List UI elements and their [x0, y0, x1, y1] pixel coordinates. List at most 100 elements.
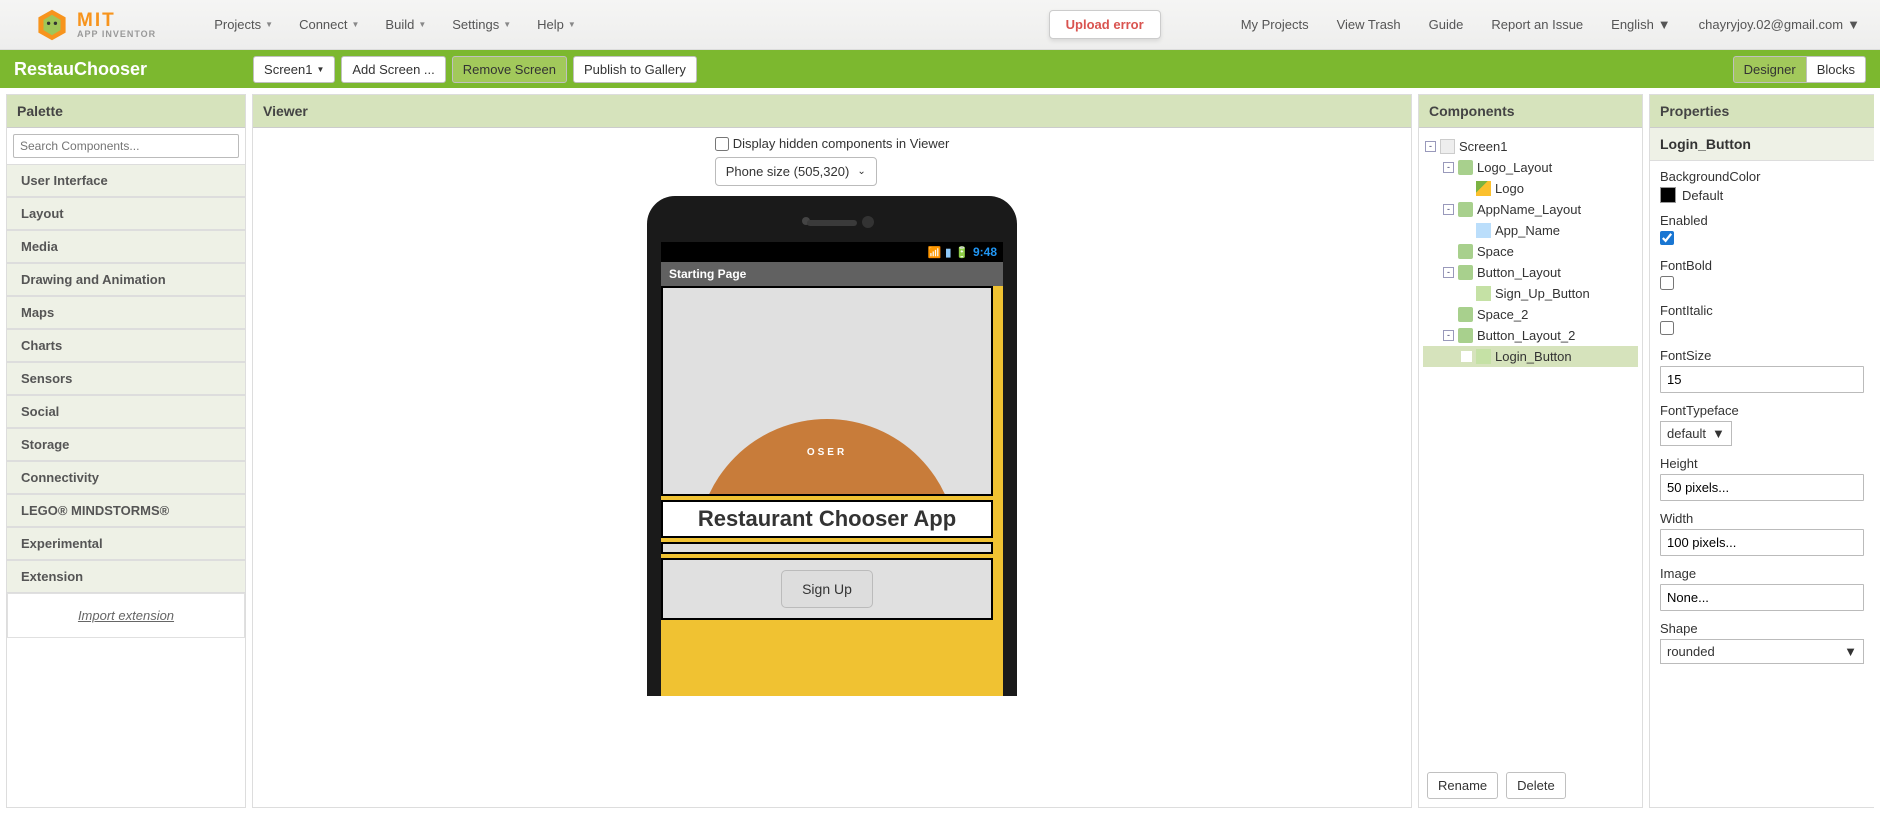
- palette-cat-connectivity[interactable]: Connectivity: [7, 461, 245, 494]
- menu-language[interactable]: English▼: [1611, 17, 1671, 32]
- main-menu: Projects▼ Connect▼ Build▼ Settings▼ Help…: [206, 13, 584, 36]
- link-my-projects[interactable]: My Projects: [1241, 17, 1309, 32]
- prop-fontitalic-checkbox[interactable]: [1660, 321, 1674, 335]
- prop-fontbold-checkbox[interactable]: [1660, 276, 1674, 290]
- button-icon: [1476, 286, 1491, 301]
- status-time: 9:48: [973, 245, 997, 259]
- tree-item-logo_layout[interactable]: - Logo_Layout: [1423, 157, 1638, 178]
- tree-item-sign_up_button[interactable]: Sign_Up_Button: [1423, 283, 1638, 304]
- tree-spacer: [1443, 246, 1454, 257]
- designer-tab[interactable]: Designer: [1733, 56, 1807, 83]
- delete-button[interactable]: Delete: [1506, 772, 1566, 799]
- link-view-trash[interactable]: View Trash: [1337, 17, 1401, 32]
- tree-item-label: App_Name: [1495, 223, 1560, 238]
- prop-image-input[interactable]: [1660, 584, 1864, 611]
- app-canvas[interactable]: OSER Restaurant Chooser App Sign Up: [661, 286, 1003, 696]
- right-menu: My Projects View Trash Guide Report an I…: [1241, 17, 1860, 32]
- prop-fontsize-input[interactable]: [1660, 366, 1864, 393]
- caret-down-icon: ▼: [316, 65, 324, 74]
- menu-settings[interactable]: Settings▼: [444, 13, 519, 36]
- publish-gallery-button[interactable]: Publish to Gallery: [573, 56, 697, 83]
- palette-cat-extension[interactable]: Extension: [7, 560, 245, 593]
- collapse-icon[interactable]: -: [1425, 141, 1436, 152]
- palette-cat-social[interactable]: Social: [7, 395, 245, 428]
- tree-item-login_button[interactable]: Login_Button: [1423, 346, 1638, 367]
- canvas-appname-layout[interactable]: Restaurant Chooser App: [661, 500, 993, 538]
- display-hidden-checkbox[interactable]: [715, 137, 729, 151]
- collapse-icon[interactable]: -: [1443, 267, 1454, 278]
- tree-item-app_name[interactable]: App_Name: [1423, 220, 1638, 241]
- blocks-tab[interactable]: Blocks: [1807, 56, 1866, 83]
- menu-help[interactable]: Help▼: [529, 13, 584, 36]
- palette-cat-media[interactable]: Media: [7, 230, 245, 263]
- tree-item-appname_layout[interactable]: -AppName_Layout: [1423, 199, 1638, 220]
- palette-cat-sensors[interactable]: Sensors: [7, 362, 245, 395]
- palette-cat-drawing[interactable]: Drawing and Animation: [7, 263, 245, 296]
- palette-cat-maps[interactable]: Maps: [7, 296, 245, 329]
- upload-error-badge[interactable]: Upload error: [1049, 10, 1161, 39]
- canvas-signup-button[interactable]: Sign Up: [781, 570, 873, 608]
- menu-build[interactable]: Build▼: [377, 13, 434, 36]
- phone-size-select[interactable]: Phone size (505,320)⌄: [715, 157, 877, 186]
- prop-fonttypeface-select[interactable]: default▼: [1660, 421, 1732, 446]
- palette-cat-charts[interactable]: Charts: [7, 329, 245, 362]
- palette-cat-user-interface[interactable]: User Interface: [7, 164, 245, 197]
- prop-width-input[interactable]: [1660, 529, 1864, 556]
- layout-icon: [1458, 265, 1473, 280]
- add-screen-button[interactable]: Add Screen ...: [341, 56, 445, 83]
- caret-down-icon: ▼: [1847, 17, 1860, 32]
- collapse-icon[interactable]: -: [1443, 330, 1454, 341]
- prop-label-fonttypeface: FontTypeface: [1660, 403, 1864, 418]
- search-components-input[interactable]: [13, 134, 239, 158]
- display-hidden-checkbox-row[interactable]: Display hidden components in Viewer: [715, 136, 950, 151]
- phone-camera-icon: [862, 216, 874, 228]
- label-icon: [1476, 223, 1491, 238]
- link-guide[interactable]: Guide: [1429, 17, 1464, 32]
- canvas-logo-image[interactable]: OSER: [697, 419, 957, 496]
- collapse-icon[interactable]: -: [1443, 162, 1454, 173]
- tree-spacer: [1461, 351, 1472, 362]
- components-header: Components: [1419, 95, 1642, 128]
- tree-item-button_layout[interactable]: -Button_Layout: [1423, 262, 1638, 283]
- tree-item-screen1[interactable]: -Screen1: [1423, 136, 1638, 157]
- canvas-logo-layout[interactable]: OSER: [661, 286, 993, 496]
- tree-item-label: Space_2: [1477, 307, 1528, 322]
- rename-button[interactable]: Rename: [1427, 772, 1498, 799]
- palette-cat-experimental[interactable]: Experimental: [7, 527, 245, 560]
- menu-projects[interactable]: Projects▼: [206, 13, 281, 36]
- import-extension-link[interactable]: Import extension: [7, 593, 245, 638]
- canvas-button-layout[interactable]: Sign Up: [661, 558, 993, 620]
- screen-dropdown[interactable]: Screen1▼: [253, 56, 335, 83]
- project-title: RestauChooser: [14, 59, 147, 80]
- menu-connect[interactable]: Connect▼: [291, 13, 367, 36]
- logo[interactable]: MIT APP INVENTOR: [35, 8, 156, 42]
- tree-item-space[interactable]: Space: [1423, 241, 1638, 262]
- canvas-app-name[interactable]: Restaurant Chooser App: [667, 506, 987, 532]
- remove-screen-button[interactable]: Remove Screen: [452, 56, 567, 83]
- canvas-space[interactable]: [661, 542, 993, 554]
- prop-label-fontitalic: FontItalic: [1660, 303, 1864, 318]
- palette-cat-storage[interactable]: Storage: [7, 428, 245, 461]
- tree-item-label: Login_Button: [1495, 349, 1572, 364]
- tree-item-button_layout_2[interactable]: -Button_Layout_2: [1423, 325, 1638, 346]
- button-icon: [1476, 349, 1491, 364]
- collapse-icon[interactable]: -: [1443, 204, 1454, 215]
- tree-item-space_2[interactable]: Space_2: [1423, 304, 1638, 325]
- tree-item-label: Logo_Layout: [1477, 160, 1552, 175]
- link-report-issue[interactable]: Report an Issue: [1491, 17, 1583, 32]
- prop-shape-select[interactable]: rounded▼: [1660, 639, 1864, 664]
- caret-down-icon: ▼: [1658, 17, 1671, 32]
- prop-enabled-checkbox[interactable]: [1660, 231, 1674, 245]
- palette-cat-lego[interactable]: LEGO® MINDSTORMS®: [7, 494, 245, 527]
- prop-backgroundcolor[interactable]: Default: [1660, 187, 1864, 203]
- palette-cat-layout[interactable]: Layout: [7, 197, 245, 230]
- prop-height-input[interactable]: [1660, 474, 1864, 501]
- palette-panel: Palette User Interface Layout Media Draw…: [6, 94, 246, 808]
- tree-spacer: [1461, 288, 1472, 299]
- tree-spacer: [1461, 183, 1472, 194]
- menu-account[interactable]: chayryjoy.02@gmail.com▼: [1699, 17, 1860, 32]
- tree-item-logo[interactable]: Logo: [1423, 178, 1638, 199]
- phone-screen[interactable]: 📶 ▮ 🔋 9:48 Starting Page OSER: [661, 242, 1003, 696]
- color-swatch-icon: [1660, 187, 1676, 203]
- layout-icon: [1458, 202, 1473, 217]
